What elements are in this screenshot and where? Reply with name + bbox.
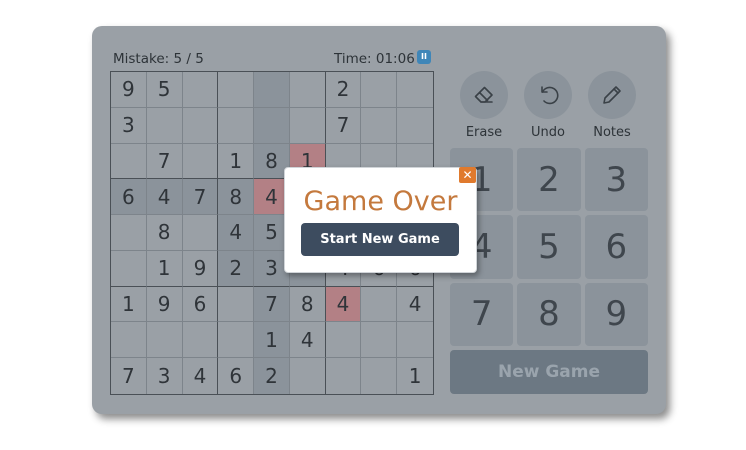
erase-button[interactable]: Erase <box>458 71 510 140</box>
board-cell[interactable] <box>361 107 398 144</box>
board-cell[interactable] <box>218 72 255 108</box>
board-cell[interactable]: 7 <box>146 143 183 180</box>
number-button-8[interactable]: 8 <box>517 282 581 346</box>
game-over-dialog: ✕ Game Over Start New Game <box>284 167 477 273</box>
board-cell[interactable]: 4 <box>146 179 183 216</box>
board-cell[interactable] <box>254 72 290 108</box>
board-cell[interactable]: 2 <box>254 358 290 394</box>
board-cell[interactable] <box>361 322 398 359</box>
number-button-9[interactable]: 9 <box>584 282 648 346</box>
board-cell[interactable] <box>361 358 398 394</box>
board-cell[interactable]: 6 <box>111 179 147 216</box>
board-cell[interactable] <box>361 286 398 323</box>
board-cell[interactable] <box>146 107 183 144</box>
board-cell[interactable] <box>289 107 326 144</box>
board-cell[interactable]: 1 <box>146 250 183 287</box>
game-over-title: Game Over <box>303 186 458 217</box>
undo-button[interactable]: Undo <box>522 71 574 140</box>
board-cell[interactable]: 9 <box>182 250 219 287</box>
board-cell[interactable] <box>182 215 219 251</box>
mistake-counter: Mistake: 5 / 5 <box>113 51 204 67</box>
board-cell[interactable] <box>182 143 219 180</box>
board-cell[interactable] <box>397 322 433 359</box>
board-cell[interactable]: 9 <box>111 72 147 108</box>
board-cell[interactable] <box>290 358 326 394</box>
board-cell[interactable]: 4 <box>218 215 255 251</box>
number-pad: 1 2 3 4 5 6 7 8 9 <box>450 148 648 346</box>
number-button-6[interactable]: 6 <box>584 215 648 279</box>
board-cell[interactable] <box>218 322 255 359</box>
new-game-button[interactable]: New Game <box>450 350 648 394</box>
board-cell[interactable]: 7 <box>254 286 290 323</box>
board-cell-error[interactable]: 4 <box>325 286 362 323</box>
notes-button[interactable]: Notes <box>586 71 638 140</box>
board-cell[interactable] <box>325 322 362 359</box>
undo-label: Undo <box>531 125 565 140</box>
board-cell[interactable] <box>254 107 290 144</box>
board-cell[interactable] <box>111 322 147 359</box>
close-icon[interactable]: ✕ <box>459 167 476 183</box>
start-new-game-button[interactable]: Start New Game <box>301 223 459 256</box>
number-button-2[interactable]: 2 <box>517 148 581 212</box>
board-cell[interactable] <box>289 72 326 108</box>
board-cell[interactable] <box>326 358 362 394</box>
board-cell[interactable] <box>111 250 147 287</box>
board-cell[interactable] <box>111 143 147 180</box>
board-cell[interactable]: 3 <box>147 358 183 394</box>
board-cell[interactable]: 7 <box>325 107 362 144</box>
board-cell[interactable] <box>111 215 147 251</box>
board-cell[interactable]: 8 <box>289 286 326 323</box>
board-cell[interactable] <box>397 108 433 144</box>
board-cell[interactable]: 4 <box>289 322 326 359</box>
notes-label: Notes <box>593 125 631 140</box>
board-cell[interactable]: 1 <box>397 358 433 394</box>
eraser-icon[interactable] <box>460 71 508 119</box>
board-cell[interactable]: 2 <box>325 72 362 108</box>
board-cell[interactable] <box>182 322 219 359</box>
timer: Time: 01:06 <box>334 51 415 67</box>
board-cell[interactable] <box>397 72 433 108</box>
board-cell[interactable]: 3 <box>111 107 147 144</box>
board-cell[interactable] <box>361 72 398 108</box>
pause-button[interactable]: II <box>417 50 431 64</box>
board-cell[interactable]: 8 <box>146 215 183 251</box>
board-cell[interactable]: 9 <box>146 286 183 323</box>
number-button-3[interactable]: 3 <box>584 148 648 212</box>
board-cell[interactable]: 7 <box>182 179 219 216</box>
board-cell[interactable]: 1 <box>218 143 255 180</box>
pencil-icon[interactable] <box>588 71 636 119</box>
board-cell[interactable]: 7 <box>111 358 147 394</box>
board-cell[interactable]: 6 <box>218 358 255 394</box>
board-cell[interactable] <box>182 107 219 144</box>
board-cell[interactable] <box>218 107 255 144</box>
board-cell[interactable]: 4 <box>183 358 219 394</box>
board-cell[interactable]: 8 <box>218 179 255 216</box>
board-cell[interactable]: 4 <box>397 287 433 323</box>
number-button-5[interactable]: 5 <box>517 215 581 279</box>
board-cell[interactable]: 5 <box>146 72 183 108</box>
board-cell[interactable]: 6 <box>182 286 219 323</box>
board-cell[interactable]: 2 <box>218 250 255 287</box>
erase-label: Erase <box>465 125 503 140</box>
number-button-7[interactable]: 7 <box>450 282 514 346</box>
board-cell[interactable]: 1 <box>254 322 290 359</box>
board-cell[interactable] <box>182 72 219 108</box>
board-cell[interactable] <box>146 322 183 359</box>
board-cell[interactable]: 1 <box>111 286 147 323</box>
board-cell[interactable] <box>218 286 255 323</box>
undo-icon[interactable] <box>524 71 572 119</box>
